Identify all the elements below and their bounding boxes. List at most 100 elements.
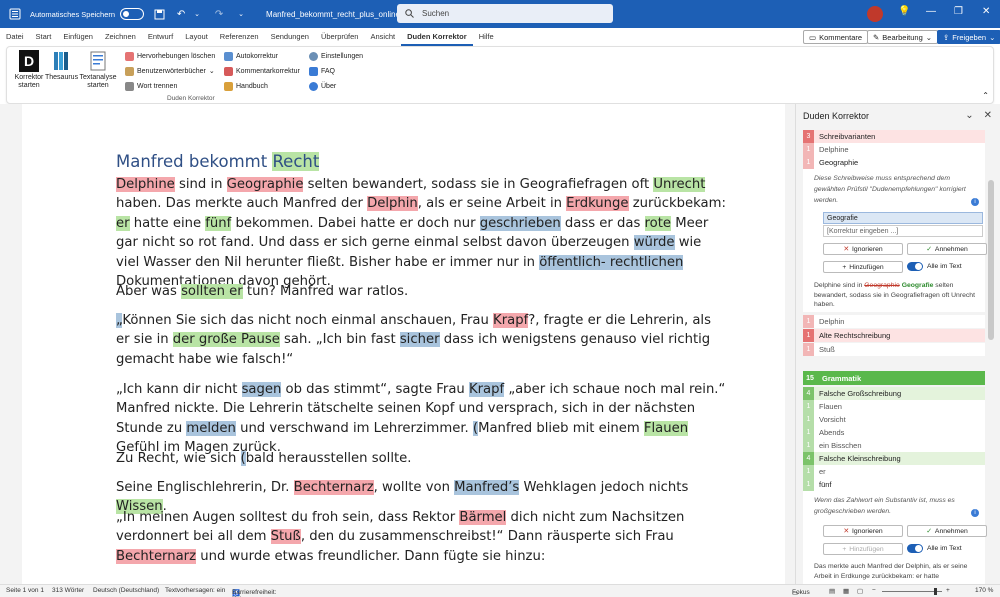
list-item-ein-bisschen[interactable]: 1 ein Bisschen: [803, 439, 985, 452]
tab-start[interactable]: Start: [30, 28, 58, 46]
handbuch-button[interactable]: Handbuch: [224, 80, 268, 92]
accept-button[interactable]: ✓ Annehmen: [907, 525, 987, 537]
search-input[interactable]: Suchen: [397, 4, 613, 23]
error-highlight[interactable]: Erdkunge: [566, 196, 629, 212]
list-item-abends[interactable]: 1 Abends: [803, 426, 985, 439]
chevron-down-icon[interactable]: ⌄: [965, 110, 973, 121]
list-item-vorsicht[interactable]: 1 Vorsicht: [803, 413, 985, 426]
redo-icon[interactable]: ↷: [212, 7, 226, 21]
faq-button[interactable]: FAQ: [309, 65, 335, 77]
heading-highlight[interactable]: Recht: [272, 152, 320, 171]
list-item-delphine[interactable]: 1 Delphine: [803, 143, 985, 156]
style-highlight[interactable]: melden: [186, 420, 236, 436]
word-app-icon[interactable]: [7, 6, 23, 22]
grammar-highlight[interactable]: sollten er: [181, 284, 243, 299]
category-grammatik[interactable]: 15 Grammatik: [803, 371, 985, 385]
ignore-button[interactable]: ✕ Ignorieren: [823, 525, 903, 537]
style-highlight[interactable]: „: [116, 313, 123, 328]
all-in-text-toggle[interactable]: Alle im Text: [907, 544, 962, 553]
share-button[interactable]: ⇪ Freigeben ⌄: [937, 30, 1000, 44]
style-highlight[interactable]: Krapf: [468, 382, 505, 397]
kommentarkorrektur-button[interactable]: Kommentarkorrektur: [224, 65, 300, 77]
list-item-fuenf[interactable]: 1 fünf: [803, 478, 985, 491]
style-highlight[interactable]: sicher: [399, 332, 440, 348]
close-panel-icon[interactable]: ✕: [984, 110, 992, 121]
word-count[interactable]: 313 Wörter: [52, 587, 84, 594]
tab-duden-korrektor[interactable]: Duden Korrektor: [401, 28, 473, 46]
language-status[interactable]: Deutsch (Deutschland): [93, 587, 159, 594]
read-mode-icon[interactable]: ▤: [829, 587, 835, 595]
error-highlight[interactable]: Delphine: [116, 177, 175, 192]
paragraph-5[interactable]: Zu Recht, wie sich (bald herausstellen s…: [116, 449, 726, 468]
tab-einfuegen[interactable]: Einfügen: [57, 28, 99, 46]
zoom-out-icon[interactable]: −: [872, 587, 876, 594]
error-highlight[interactable]: Bechternarz: [116, 548, 197, 564]
zoom-level[interactable]: 170 %: [975, 587, 993, 594]
grammar-highlight[interactable]: rote: [644, 215, 672, 231]
style-highlight[interactable]: sagen: [241, 382, 282, 397]
autosave-toggle[interactable]: [120, 8, 145, 20]
textanalyse-button[interactable]: Textanalyse starten: [78, 50, 118, 90]
grammar-highlight[interactable]: fünf: [205, 215, 232, 231]
tab-referenzen[interactable]: Referenzen: [214, 28, 265, 46]
thesaurus-button[interactable]: Thesaurus: [45, 50, 78, 82]
grammar-highlight[interactable]: Unrecht: [653, 177, 706, 192]
wort-trennen-button[interactable]: Wort trennen: [125, 80, 177, 92]
list-item-stuss[interactable]: 1 Stuß: [803, 343, 985, 356]
lightbulb-icon[interactable]: 💡: [898, 6, 910, 17]
info-icon[interactable]: i: [971, 198, 979, 206]
zoom-slider[interactable]: [882, 591, 942, 592]
category-schreibvarianten[interactable]: 3 Schreibvarianten: [803, 130, 985, 143]
paragraph-3[interactable]: „Können Sie sich das nicht noch einmal a…: [116, 311, 726, 369]
category-falsche-grossschreibung[interactable]: 4 Falsche Großschreibung: [803, 387, 985, 400]
grammar-highlight[interactable]: Flauen: [643, 420, 689, 436]
customize-quick-access-icon[interactable]: ⌄: [234, 7, 248, 21]
tab-sendungen[interactable]: Sendungen: [265, 28, 315, 46]
style-highlight[interactable]: (: [472, 420, 479, 436]
list-item-flauen[interactable]: 1 Flauen: [803, 400, 985, 413]
list-item-delphin[interactable]: 1 Delphin: [803, 315, 985, 328]
paragraph-7[interactable]: „In meinen Augen solltest du froh sein, …: [116, 508, 726, 566]
tab-entwurf[interactable]: Entwurf: [142, 28, 179, 46]
style-highlight[interactable]: würde: [633, 235, 675, 251]
tab-zeichnen[interactable]: Zeichnen: [99, 28, 142, 46]
add-button[interactable]: + Hinzufügen: [823, 261, 903, 273]
comments-button[interactable]: ▭ Kommentare: [803, 30, 869, 44]
tab-ueberpruefen[interactable]: Überprüfen: [315, 28, 365, 46]
collapse-ribbon-icon[interactable]: ⌃: [982, 91, 989, 100]
category-falsche-kleinschreibung[interactable]: 4 Falsche Kleinschreibung: [803, 452, 985, 465]
benutzerwoerterbuecher-button[interactable]: Benutzerwörterbücher ⌄: [125, 65, 215, 77]
info-icon[interactable]: i: [971, 509, 979, 517]
add-button[interactable]: + Hinzufügen: [823, 543, 903, 555]
style-highlight[interactable]: geschrieben: [479, 215, 561, 231]
paragraph-4[interactable]: „Ich kann dir nicht sagen ob das stimmt“…: [116, 380, 726, 458]
list-item-geographie[interactable]: 1 Geographie: [803, 156, 985, 169]
zoom-slider-thumb[interactable]: [934, 588, 937, 595]
document-heading[interactable]: Manfred bekommt Recht: [116, 152, 320, 171]
zoom-in-icon[interactable]: +: [946, 587, 950, 594]
error-highlight[interactable]: Geographie: [226, 177, 304, 192]
einstellungen-button[interactable]: Einstellungen: [309, 50, 363, 62]
restore-icon[interactable]: ❐: [954, 6, 963, 17]
list-item-er[interactable]: 1 er: [803, 465, 985, 478]
autokorrektur-button[interactable]: Autokorrektur: [224, 50, 278, 62]
panel-scrollbar[interactable]: [988, 180, 994, 340]
error-highlight[interactable]: Stuß: [270, 529, 301, 545]
suggestion-item[interactable]: Geografie: [823, 212, 983, 224]
style-highlight[interactable]: Manfred’s: [454, 480, 520, 495]
all-in-text-toggle[interactable]: Alle im Text: [907, 262, 962, 271]
close-icon[interactable]: ✕: [982, 6, 990, 17]
undo-icon[interactable]: ↶: [174, 7, 188, 21]
tab-hilfe[interactable]: Hilfe: [473, 28, 500, 46]
style-highlight[interactable]: (: [240, 451, 246, 466]
tab-layout[interactable]: Layout: [179, 28, 214, 46]
korrektor-start-button[interactable]: D Korrektor starten: [12, 50, 46, 90]
save-icon[interactable]: [152, 7, 166, 21]
undo-dropdown-icon[interactable]: ⌄: [190, 7, 204, 21]
ueber-button[interactable]: Über: [309, 80, 336, 92]
text-prediction-status[interactable]: Textvorhersagen: ein: [165, 587, 225, 594]
print-layout-icon[interactable]: ▦: [843, 587, 849, 595]
accept-button[interactable]: ✓ Annehmen: [907, 243, 987, 255]
page-count[interactable]: Seite 1 von 1: [6, 587, 44, 594]
custom-correction-input[interactable]: [Korrektur eingeben ...]: [823, 225, 983, 237]
